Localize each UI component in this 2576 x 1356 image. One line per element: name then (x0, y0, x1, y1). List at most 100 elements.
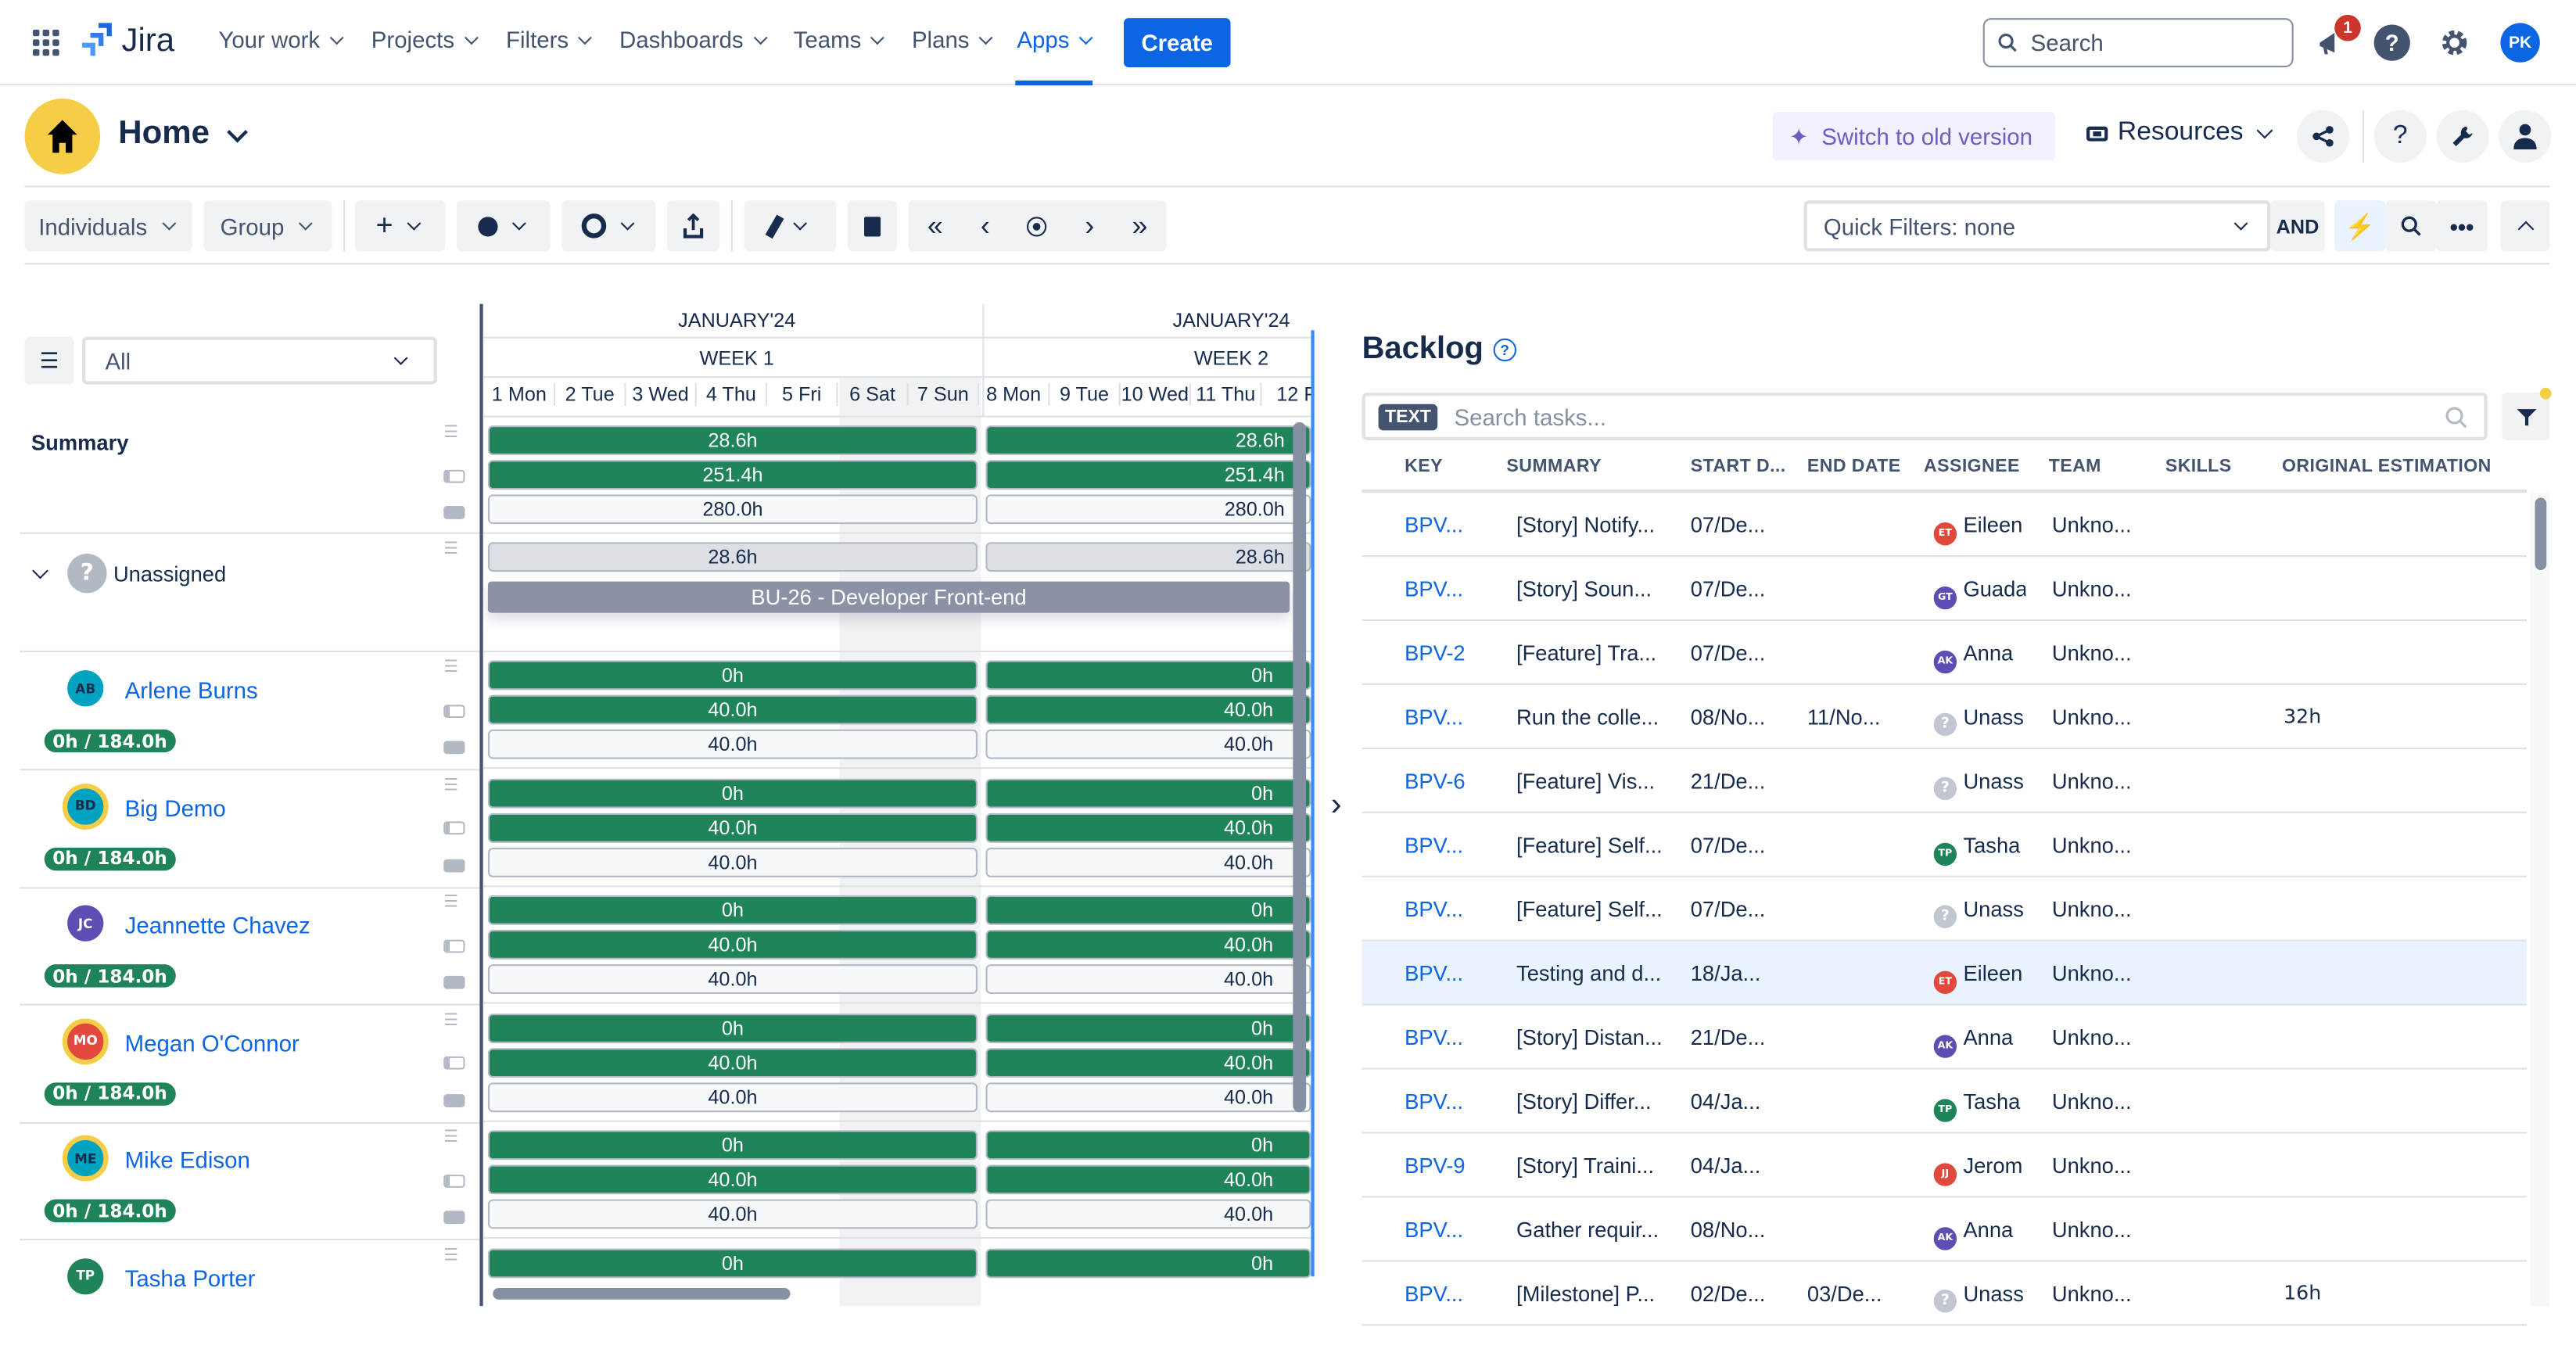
capacity-bar[interactable]: 0h (487, 777, 978, 808)
cell-key[interactable]: BPV-6 (1405, 769, 1465, 794)
nav-filters[interactable]: Filters (506, 27, 595, 52)
cell-assignee[interactable]: ? Unass (1933, 897, 2026, 928)
timeline-horizontal-scrollbar[interactable] (493, 1288, 791, 1300)
cell-assignee[interactable]: AK Anna (1933, 640, 2026, 673)
capacity-bar[interactable]: 0h (487, 1247, 978, 1278)
backlog-row[interactable]: BPV... [Feature] Self... 07/De...? Unass Unk… (1362, 877, 2528, 942)
person-name[interactable]: Megan O'Connor (125, 1029, 300, 1056)
backlog-row[interactable]: BPV-6 [Feature] Vis... 21/De...? Unass Unkno… (1362, 749, 2528, 813)
cell-assignee[interactable]: AK Anna (1933, 1218, 2026, 1250)
app-switcher-icon[interactable] (33, 29, 59, 56)
backlog-row[interactable]: BPV... [Story] Distan... 21/De... AK Anna Unk… (1362, 1006, 2528, 1070)
task-bar-bu-26[interactable]: BU-26 - Developer Front-end (487, 581, 1290, 613)
help-icon[interactable]: ? (2373, 24, 2410, 61)
capacity-bar[interactable]: 40.0h (487, 846, 978, 877)
person-name[interactable]: Arlene Burns (125, 677, 258, 704)
person-row[interactable]: BD Big Demo 0h / 184.0h (20, 769, 479, 886)
capacity-bar[interactable]: 0h (487, 895, 978, 925)
backlog-row[interactable]: BPV-9 [Story] Traini... 04/Ja... JJ Jerom Unk… (1362, 1134, 2528, 1198)
quick-filters-select[interactable]: Quick Filters: none (1803, 200, 2271, 252)
cell-assignee[interactable]: ? Unass (1933, 769, 2026, 801)
cell-assignee[interactable]: TP Tasha (1933, 833, 2026, 866)
search-mode-chip[interactable]: TEXT (1378, 403, 1438, 430)
backlog-row[interactable]: BPV... [Milestone] P... 02/De... 03/De...? U… (1362, 1261, 2528, 1326)
create-button[interactable]: Create (1123, 18, 1231, 68)
person-name[interactable]: Jeannette Chavez (125, 912, 310, 938)
group-dropdown[interactable]: Group (203, 200, 332, 252)
help-button[interactable]: ? (2373, 109, 2427, 163)
column-header[interactable]: ASSIGNEE (1924, 457, 2020, 476)
cell-key[interactable]: BPV... (1405, 1089, 1463, 1114)
backlog-scrollbar[interactable] (2535, 497, 2547, 570)
jump-forward-icon[interactable]: » (1132, 210, 1148, 242)
person-row[interactable]: ME Mike Edison 0h / 184.0h (20, 1122, 479, 1239)
capacity-bar[interactable]: 0h (487, 660, 978, 691)
person-name[interactable]: Tasha Porter (125, 1265, 256, 1291)
today-icon[interactable] (1028, 216, 1048, 236)
capacity-bar[interactable]: 40.0h (985, 1047, 1311, 1078)
settings-gear-icon[interactable] (2434, 23, 2474, 62)
capacity-bar[interactable]: 40.0h (985, 1199, 1311, 1229)
column-header[interactable]: END DATE (1807, 457, 1901, 476)
capacity-bar[interactable]: 0h (985, 1013, 1311, 1042)
cell-assignee[interactable]: ? Unass (1933, 1282, 2026, 1313)
automation-button[interactable]: ⚡ (2334, 200, 2386, 252)
cell-key[interactable]: BPV... (1405, 576, 1463, 601)
column-header[interactable]: KEY (1405, 457, 1443, 476)
switch-old-version-button[interactable]: ✦ Switch to old version (1772, 111, 2056, 161)
column-header[interactable]: TEAM (2049, 457, 2101, 476)
chevron-down-icon[interactable] (32, 562, 48, 579)
next-icon[interactable]: › (1085, 210, 1094, 242)
unassigned-group[interactable]: ? Unassigned (28, 553, 226, 594)
individuals-dropdown[interactable]: Individuals (24, 200, 192, 252)
collapse-button[interactable] (2500, 200, 2550, 252)
cell-assignee[interactable]: ET Eileen (1933, 961, 2026, 993)
previous-icon[interactable]: ‹ (981, 210, 990, 242)
capacity-bar[interactable]: 0h (487, 1013, 978, 1042)
person-name[interactable]: Big Demo (125, 795, 226, 821)
page-title-dropdown[interactable]: Home (118, 115, 249, 152)
cell-key[interactable]: BPV... (1405, 1282, 1463, 1307)
unassigned-bar[interactable]: 28.6h (487, 542, 978, 572)
summary-bar[interactable]: 28.6h (985, 425, 1311, 455)
capacity-bar[interactable]: 40.0h (487, 812, 978, 842)
backlog-row[interactable]: BPV... [Story] Soun... 07/De... GT Guada Unkn… (1362, 557, 2528, 622)
tools-button[interactable] (2436, 109, 2489, 163)
capacity-bar[interactable]: 40.0h (985, 930, 1311, 960)
column-header[interactable]: START D... (1691, 457, 1786, 476)
backlog-row[interactable]: BPV... Testing and d... 18/Ja... ET Eileen Un… (1362, 941, 2528, 1006)
cell-key[interactable]: BPV... (1405, 833, 1463, 858)
cell-key[interactable]: BPV... (1405, 961, 1463, 986)
summary-bar[interactable]: 280.0h (985, 494, 1311, 525)
backlog-row[interactable]: BPV... Run the colle... 08/No... 11/No...? U… (1362, 685, 2528, 749)
capacity-bar[interactable]: 40.0h (487, 1047, 978, 1078)
cell-assignee[interactable]: TP Tasha (1933, 1089, 2026, 1121)
person-row[interactable]: TP Tasha Porter (20, 1239, 479, 1356)
resource-filter-select[interactable]: All (82, 336, 437, 385)
measure-dropdown[interactable] (744, 200, 837, 252)
cell-assignee[interactable]: GT Guada (1933, 576, 2025, 609)
summary-bar[interactable]: 280.0h (487, 494, 978, 525)
status-dropdown[interactable] (457, 200, 551, 252)
backlog-row[interactable]: BPV... [Feature] Self... 07/De... TP Tasha Un… (1362, 813, 2528, 877)
summary-bar[interactable]: 251.4h (487, 460, 978, 490)
cell-assignee[interactable]: AK Anna (1933, 1025, 2026, 1057)
cell-assignee[interactable]: ET Eileen (1933, 512, 2026, 545)
add-dropdown[interactable]: + (354, 200, 446, 252)
person-row[interactable]: JC Jeannette Chavez 0h / 184.0h (20, 887, 479, 1003)
cell-key[interactable]: BPV... (1405, 1218, 1463, 1243)
backlog-row[interactable]: BPV-2 [Feature] Tra... 07/De... AK Anna Unkno… (1362, 621, 2528, 686)
column-header[interactable]: ORIGINAL ESTIMATION (2282, 457, 2492, 476)
capacity-bar[interactable]: 0h (985, 660, 1311, 691)
capacity-bar[interactable]: 40.0h (985, 694, 1311, 725)
unassigned-bar[interactable]: 28.6h (985, 542, 1311, 572)
column-header[interactable]: SUMMARY (1506, 457, 1601, 476)
expand-panel-chevron-right-icon[interactable]: › (1331, 787, 1342, 824)
search-button[interactable] (2385, 200, 2437, 252)
nav-dashboards[interactable]: Dashboards (619, 27, 770, 52)
jump-back-icon[interactable]: « (927, 210, 943, 242)
cell-key[interactable]: BPV... (1405, 705, 1463, 730)
capacity-bar[interactable]: 0h (985, 777, 1311, 808)
capacity-bar[interactable]: 40.0h (985, 729, 1311, 759)
user-avatar[interactable]: PK (2500, 23, 2540, 63)
